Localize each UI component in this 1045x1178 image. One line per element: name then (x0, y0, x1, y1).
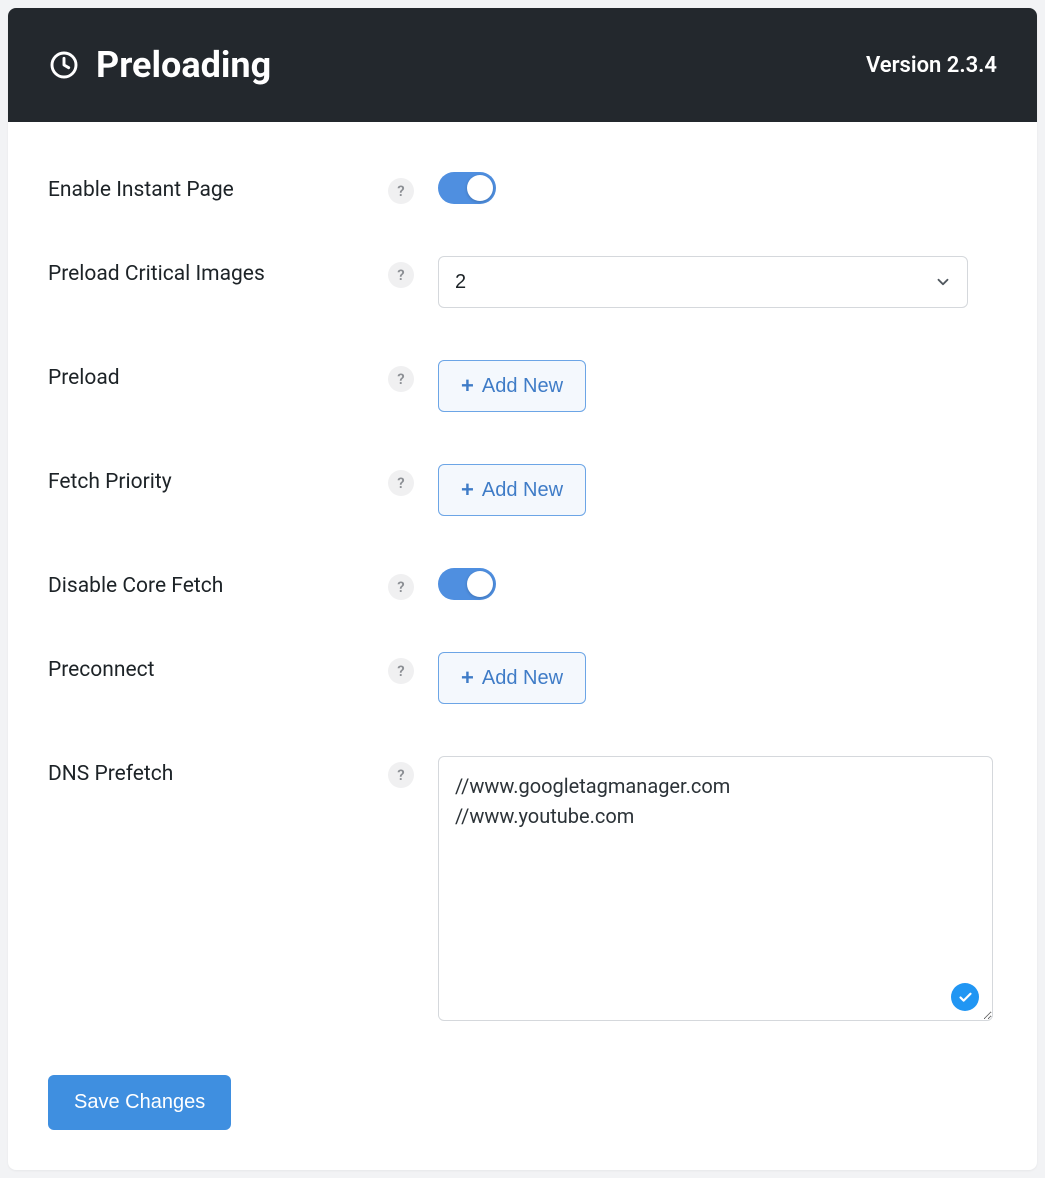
help-icon[interactable]: ? (388, 366, 414, 392)
row-fetch-priority: Fetch Priority ? + Add New (48, 464, 997, 516)
panel-header: Preloading Version 2.3.4 (8, 8, 1037, 122)
label-dns-prefetch: DNS Prefetch (48, 756, 388, 786)
row-enable-instant-page: Enable Instant Page ? (48, 172, 997, 204)
add-new-preconnect-button[interactable]: + Add New (438, 652, 586, 704)
add-new-fetch-priority-button[interactable]: + Add New (438, 464, 586, 516)
plus-icon: + (461, 667, 474, 689)
add-new-label: Add New (482, 479, 563, 502)
toggle-enable-instant-page[interactable] (438, 172, 496, 204)
label-enable-instant-page: Enable Instant Page (48, 172, 388, 202)
help-icon[interactable]: ? (388, 574, 414, 600)
help-icon[interactable]: ? (388, 762, 414, 788)
label-fetch-priority: Fetch Priority (48, 464, 388, 494)
plus-icon: + (461, 375, 474, 397)
panel-title-wrap: Preloading (48, 44, 271, 86)
plus-icon: + (461, 479, 474, 501)
row-dns-prefetch: DNS Prefetch ? (48, 756, 997, 1025)
page-title: Preloading (96, 44, 271, 86)
help-icon[interactable]: ? (388, 470, 414, 496)
save-changes-button[interactable]: Save Changes (48, 1075, 231, 1130)
select-preload-critical-images[interactable]: 2 (438, 256, 968, 308)
preloading-panel: Preloading Version 2.3.4 Enable Instant … (8, 8, 1037, 1170)
version-label: Version 2.3.4 (866, 53, 997, 78)
add-new-preload-button[interactable]: + Add New (438, 360, 586, 412)
help-icon[interactable]: ? (388, 262, 414, 288)
check-icon[interactable] (951, 983, 979, 1011)
row-preload: Preload ? + Add New (48, 360, 997, 412)
row-disable-core-fetch: Disable Core Fetch ? (48, 568, 997, 600)
help-icon[interactable]: ? (388, 178, 414, 204)
label-preconnect: Preconnect (48, 652, 388, 682)
clock-icon (48, 49, 80, 81)
toggle-disable-core-fetch[interactable] (438, 568, 496, 600)
row-preconnect: Preconnect ? + Add New (48, 652, 997, 704)
label-preload: Preload (48, 360, 388, 390)
row-preload-critical-images: Preload Critical Images ? 2 (48, 256, 997, 308)
panel-body: Enable Instant Page ? Preload Critical I… (8, 122, 1037, 1170)
textarea-dns-prefetch[interactable] (438, 756, 993, 1021)
add-new-label: Add New (482, 375, 563, 398)
label-preload-critical-images: Preload Critical Images (48, 256, 388, 286)
add-new-label: Add New (482, 667, 563, 690)
label-disable-core-fetch: Disable Core Fetch (48, 568, 388, 598)
help-icon[interactable]: ? (388, 658, 414, 684)
